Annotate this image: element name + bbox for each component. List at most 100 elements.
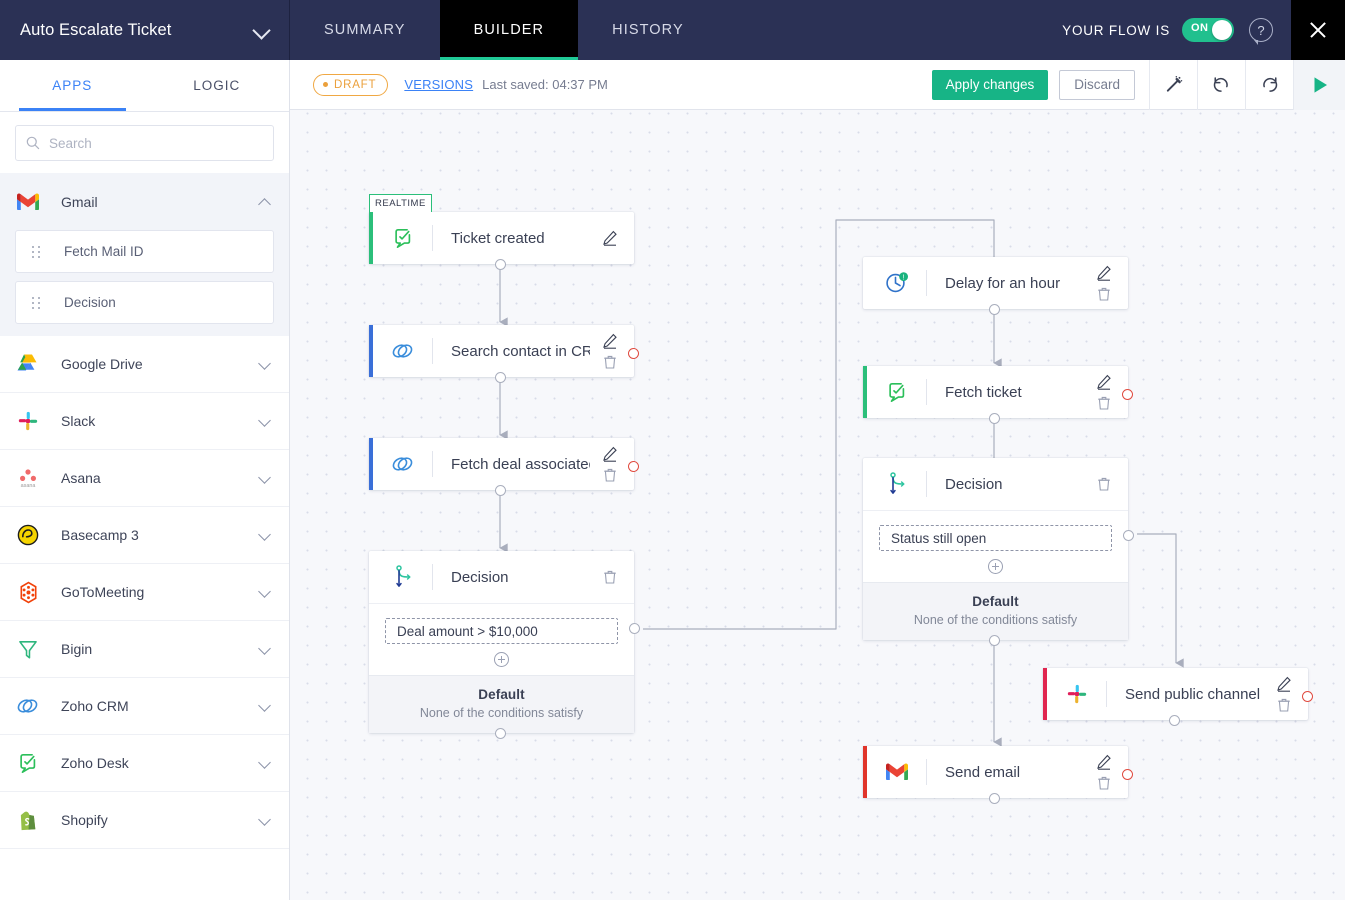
edit-icon[interactable] [1096, 265, 1112, 281]
sidebar-item-slack[interactable]: Slack [0, 393, 289, 450]
node-error-port[interactable] [1122, 769, 1133, 780]
tab-summary[interactable]: SUMMARY [290, 0, 440, 60]
sidebar-item-asana[interactable]: asana Asana [0, 450, 289, 507]
node-realtime-badge-label: REALTIME [375, 198, 426, 209]
node-search-contact-in-crm[interactable]: Search contact in CRM [369, 325, 634, 377]
add-condition-button[interactable] [494, 652, 509, 667]
sidebar-item-bigin[interactable]: Bigin [0, 621, 289, 678]
sidebar-item-shopify[interactable]: Shopify [0, 792, 289, 849]
add-condition-button[interactable] [988, 559, 1003, 574]
svg-text:!: ! [903, 274, 905, 281]
list-item[interactable]: Decision [15, 281, 274, 324]
gotomeeting-icon [15, 579, 41, 605]
node-error-port[interactable] [1122, 389, 1133, 400]
node-send-public-channel-message[interactable]: Send public channel m... [1043, 668, 1308, 720]
zoho-crm-icon [388, 449, 418, 479]
node-output-port[interactable] [495, 372, 506, 383]
undo-button[interactable] [1197, 60, 1245, 110]
google-drive-icon [15, 351, 41, 377]
search-input[interactable] [49, 136, 263, 151]
node-fetch-ticket[interactable]: Fetch ticket [863, 366, 1128, 418]
default-output-port[interactable] [495, 728, 506, 739]
sidebar-item-gotomeeting[interactable]: GoToMeeting [0, 564, 289, 621]
edit-icon[interactable] [1096, 754, 1112, 770]
sidebar-item-zoho-desk[interactable]: Zoho Desk [0, 735, 289, 792]
node-output-port[interactable] [1169, 715, 1180, 726]
edit-icon[interactable] [602, 230, 618, 246]
delete-icon[interactable] [602, 467, 618, 483]
edit-icon[interactable] [602, 446, 618, 462]
delete-icon[interactable] [1096, 395, 1112, 411]
delete-icon[interactable] [1096, 775, 1112, 791]
delete-icon[interactable] [602, 569, 618, 585]
node-error-port[interactable] [628, 461, 639, 472]
chevron-up-icon[interactable] [258, 195, 272, 209]
condition-output-port[interactable] [629, 623, 640, 634]
chevron-down-icon[interactable] [258, 813, 272, 827]
node-output-port[interactable] [989, 304, 1000, 315]
condition-output-port[interactable] [1123, 530, 1134, 541]
node-delay-for-an-hour[interactable]: ! Delay for an hour [863, 257, 1128, 309]
tab-history[interactable]: HISTORY [578, 0, 718, 60]
node-header: Send public channel m... [1043, 668, 1308, 720]
edit-icon[interactable] [1096, 374, 1112, 390]
node-divider [926, 471, 927, 497]
sidebar-item-zoho-crm[interactable]: Zoho CRM [0, 678, 289, 735]
sidebar-item-basecamp-3[interactable]: Basecamp 3 [0, 507, 289, 564]
node-error-port[interactable] [1302, 691, 1313, 702]
apply-changes-button[interactable]: Apply changes [932, 70, 1049, 100]
chevron-down-icon[interactable] [258, 414, 272, 428]
flow-enable-toggle[interactable]: ON [1182, 18, 1234, 42]
toggle-value-label: ON [1191, 22, 1208, 34]
sidebar-tab-apps[interactable]: APPS [0, 60, 145, 111]
delete-icon[interactable] [602, 354, 618, 370]
edit-icon[interactable] [602, 333, 618, 349]
list-item[interactable]: Fetch Mail ID [15, 230, 274, 273]
flow-graph: REALTIME Ticket created [290, 110, 1345, 900]
condition-chip[interactable]: Deal amount > $10,000 [385, 618, 618, 644]
node-ticket-created[interactable]: REALTIME Ticket created [369, 212, 634, 264]
flow-title-dropdown[interactable]: Auto Escalate Ticket [0, 0, 290, 60]
close-button[interactable] [1291, 0, 1345, 60]
node-fetch-deal-associated[interactable]: Fetch deal associated ... [369, 438, 634, 490]
sidebar-item-gmail[interactable]: Gmail [0, 173, 289, 230]
default-output-port[interactable] [989, 635, 1000, 646]
condition-chip[interactable]: Status still open [879, 525, 1112, 551]
delete-icon[interactable] [1276, 697, 1292, 713]
redo-button[interactable] [1245, 60, 1293, 110]
node-decision-right[interactable]: Decision Status still open [863, 458, 1128, 640]
help-icon[interactable]: ? [1249, 18, 1273, 42]
tab-builder[interactable]: BUILDER [440, 0, 579, 60]
discard-button[interactable]: Discard [1059, 70, 1135, 100]
delete-icon[interactable] [1096, 286, 1112, 302]
node-output-port[interactable] [989, 793, 1000, 804]
node-output-port[interactable] [989, 413, 1000, 424]
chevron-down-icon[interactable] [258, 357, 272, 371]
chevron-down-icon[interactable] [258, 699, 272, 713]
edit-icon[interactable] [1276, 676, 1292, 692]
node-send-email[interactable]: Send email [863, 746, 1128, 798]
node-decision-left[interactable]: Decision Deal amount > $10,000 [369, 551, 634, 733]
chevron-down-icon[interactable] [253, 21, 271, 39]
drag-handle-icon[interactable] [32, 296, 42, 310]
magic-wand-button[interactable] [1149, 60, 1197, 110]
chevron-down-icon[interactable] [258, 471, 272, 485]
delete-icon[interactable] [1096, 476, 1112, 492]
node-output-port[interactable] [495, 485, 506, 496]
flow-canvas[interactable]: DRAFT VERSIONS Last saved: 04:37 PM Appl… [290, 60, 1345, 900]
drag-handle-icon[interactable] [32, 245, 42, 259]
node-error-port[interactable] [628, 348, 639, 359]
app-group-gmail: Gmail Fetch Mail ID Decision [0, 173, 289, 336]
node-output-port[interactable] [495, 259, 506, 270]
run-flow-button[interactable] [1293, 60, 1345, 110]
chevron-down-icon[interactable] [258, 528, 272, 542]
versions-link[interactable]: VERSIONS [404, 77, 473, 92]
search-box[interactable] [15, 125, 274, 161]
chevron-down-icon[interactable] [258, 642, 272, 656]
sidebar-tab-logic[interactable]: LOGIC [145, 60, 290, 111]
node-label: Fetch deal associated ... [451, 456, 590, 473]
chevron-down-icon[interactable] [258, 756, 272, 770]
sidebar-item-google-drive[interactable]: Google Drive [0, 336, 289, 393]
node-header: Fetch ticket [863, 366, 1128, 418]
chevron-down-icon[interactable] [258, 585, 272, 599]
